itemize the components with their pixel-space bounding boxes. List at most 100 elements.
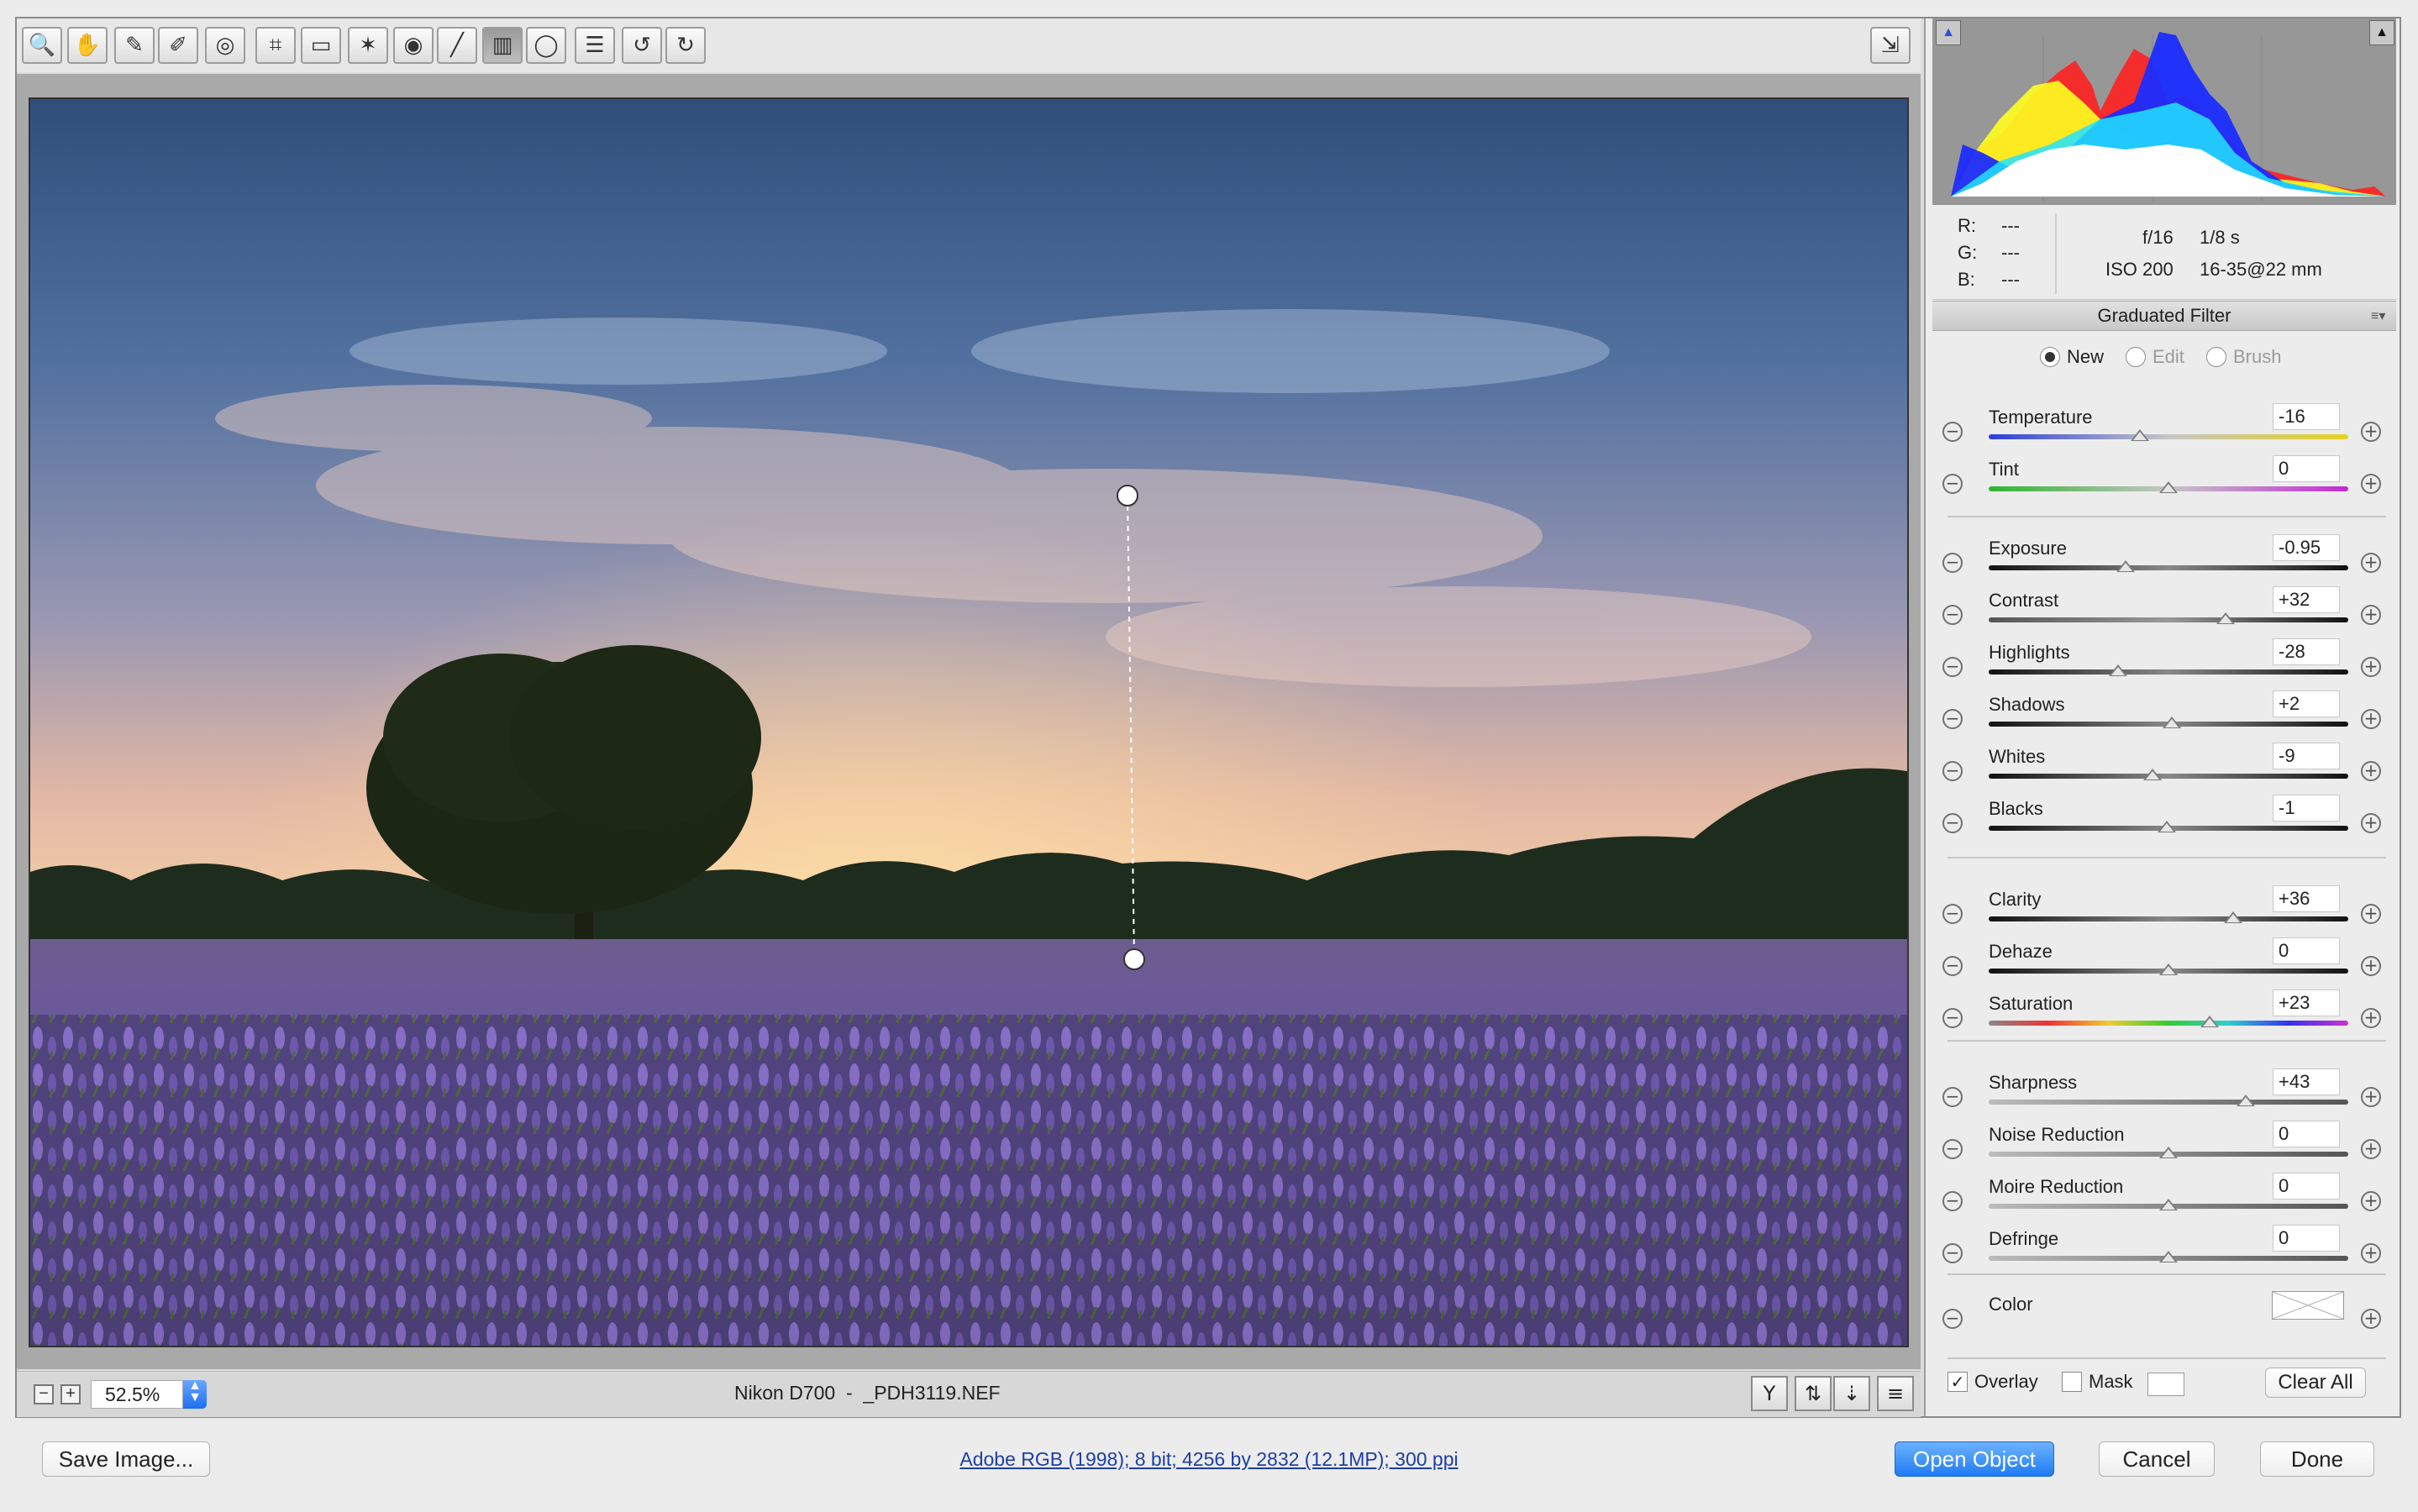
noise-reduction-value-field[interactable]: 0 [2273,1121,2340,1147]
saturation-minus-icon[interactable]: − [1942,1008,1963,1028]
exposure-minus-icon[interactable]: − [1942,553,1963,573]
moire-reduction-minus-icon[interactable]: − [1942,1191,1963,1211]
highlights-minus-icon[interactable]: − [1942,657,1963,677]
panel-menu-icon[interactable]: ≡▾ [2371,307,2385,324]
workflow-options-link[interactable]: Adobe RGB (1998); 8 bit; 4256 by 2832 (1… [0,1448,2418,1471]
toggle-default-icon[interactable]: ≡ [1877,1376,1914,1411]
targeted-adjustment-tool[interactable]: ◎ [205,27,245,64]
temperature-slider-track[interactable] [1989,434,2348,439]
contrast-slider-thumb[interactable] [2216,612,2236,624]
mode-edit-radio[interactable]: Edit [2126,346,2184,368]
zoom-tool[interactable]: 🔍 [22,27,62,64]
tint-plus-icon[interactable]: + [2361,474,2381,494]
blacks-minus-icon[interactable]: − [1942,813,1963,833]
adjustment-brush-tool[interactable]: ╱ [437,27,477,64]
whites-slider-thumb[interactable] [2142,769,2162,780]
moire-reduction-plus-icon[interactable]: + [2361,1191,2381,1211]
straighten-tool[interactable]: ▭ [301,27,341,64]
whites-plus-icon[interactable]: + [2361,761,2381,781]
contrast-minus-icon[interactable]: − [1942,605,1963,625]
red-eye-tool[interactable]: ◉ [393,27,434,64]
saturation-slider-track[interactable] [1989,1021,2348,1026]
clarity-slider-thumb[interactable] [2224,911,2243,923]
exposure-slider-thumb[interactable] [2116,560,2135,572]
dehaze-minus-icon[interactable]: − [1942,956,1963,976]
mask-color-swatch[interactable] [2147,1373,2184,1396]
swap-settings-icon[interactable]: ⇅ [1795,1376,1832,1411]
zoom-level-field[interactable]: 52.5% [91,1380,183,1409]
highlights-plus-icon[interactable]: + [2361,657,2381,677]
defringe-slider-thumb[interactable] [2159,1251,2178,1263]
cancel-button[interactable]: Cancel [2099,1441,2215,1477]
clarity-minus-icon[interactable]: − [1942,904,1963,924]
highlights-slider-track[interactable] [1989,669,2348,675]
mode-new-radio[interactable]: New [2040,346,2104,368]
temperature-plus-icon[interactable]: + [2361,422,2381,442]
clarity-value-field[interactable]: +36 [2273,885,2340,912]
temperature-value-field[interactable]: -16 [2273,403,2340,430]
sharpness-value-field[interactable]: +43 [2273,1068,2340,1095]
clear-all-button[interactable]: Clear All [2265,1368,2366,1398]
clarity-plus-icon[interactable]: + [2361,904,2381,924]
contrast-slider-track[interactable] [1989,617,2348,622]
preferences-tool[interactable]: ☰ [575,27,615,64]
contrast-plus-icon[interactable]: + [2361,605,2381,625]
shadows-slider-thumb[interactable] [2163,717,2182,728]
color-plus-icon[interactable]: + [2361,1309,2381,1329]
shadows-minus-icon[interactable]: − [1942,709,1963,729]
mask-checkbox[interactable]: Mask [2062,1371,2133,1393]
dehaze-slider-thumb[interactable] [2159,963,2178,975]
before-after-view-icon[interactable]: Y [1751,1376,1788,1411]
contrast-value-field[interactable]: +32 [2273,586,2340,613]
temperature-slider-thumb[interactable] [2130,429,2149,441]
saturation-slider-thumb[interactable] [2200,1016,2220,1027]
blacks-plus-icon[interactable]: + [2361,813,2381,833]
exposure-slider-track[interactable] [1989,565,2348,570]
whites-slider-track[interactable] [1989,774,2348,779]
crop-tool[interactable]: ⌗ [255,27,296,64]
hand-tool[interactable]: ✋ [67,27,108,64]
noise-reduction-plus-icon[interactable]: + [2361,1139,2381,1159]
copy-settings-icon[interactable]: ⇣ [1833,1376,1870,1411]
temperature-minus-icon[interactable]: − [1942,422,1963,442]
tint-slider-thumb[interactable] [2159,481,2178,493]
noise-reduction-slider-thumb[interactable] [2159,1147,2178,1158]
saturation-value-field[interactable]: +23 [2273,990,2340,1016]
sharpness-slider-thumb[interactable] [2237,1095,2256,1106]
highlights-value-field[interactable]: -28 [2273,638,2340,665]
fullscreen-toggle-icon[interactable]: ⇲ [1870,27,1911,64]
moire-reduction-slider-thumb[interactable] [2159,1199,2178,1210]
exposure-value-field[interactable]: -0.95 [2273,534,2340,561]
noise-reduction-minus-icon[interactable]: − [1942,1139,1963,1159]
defringe-minus-icon[interactable]: − [1942,1243,1963,1263]
mode-brush-radio[interactable]: Brush [2206,346,2281,368]
spot-removal-tool[interactable]: ✶ [348,27,388,64]
whites-minus-icon[interactable]: − [1942,761,1963,781]
blacks-value-field[interactable]: -1 [2273,795,2340,822]
overlay-checkbox[interactable]: ✓ Overlay [1948,1371,2038,1393]
clarity-slider-track[interactable] [1989,916,2348,921]
shadows-value-field[interactable]: +2 [2273,690,2340,717]
saturation-plus-icon[interactable]: + [2361,1008,2381,1028]
dehaze-plus-icon[interactable]: + [2361,956,2381,976]
zoom-out-button[interactable]: − [34,1384,54,1404]
color-minus-icon[interactable]: − [1942,1309,1963,1329]
graduated-filter-tool[interactable]: ▥ [482,27,523,64]
zoom-stepper[interactable]: ▲ ▼ [183,1379,207,1409]
moire-reduction-value-field[interactable]: 0 [2273,1173,2340,1200]
done-button[interactable]: Done [2260,1441,2374,1477]
defringe-plus-icon[interactable]: + [2361,1243,2381,1263]
radial-filter-tool[interactable]: ◯ [526,27,566,64]
exposure-plus-icon[interactable]: + [2361,553,2381,573]
blacks-slider-thumb[interactable] [2157,821,2176,832]
shadows-plus-icon[interactable]: + [2361,709,2381,729]
zoom-in-button[interactable]: + [60,1384,81,1404]
sharpness-minus-icon[interactable]: − [1942,1087,1963,1107]
defringe-value-field[interactable]: 0 [2273,1225,2340,1252]
sharpness-plus-icon[interactable]: + [2361,1087,2381,1107]
color-sampler-tool[interactable]: ✐ [158,27,198,64]
highlights-slider-thumb[interactable] [2109,664,2128,676]
whites-value-field[interactable]: -9 [2273,743,2340,769]
white-balance-tool[interactable]: ✎ [114,27,155,64]
tint-minus-icon[interactable]: − [1942,474,1963,494]
